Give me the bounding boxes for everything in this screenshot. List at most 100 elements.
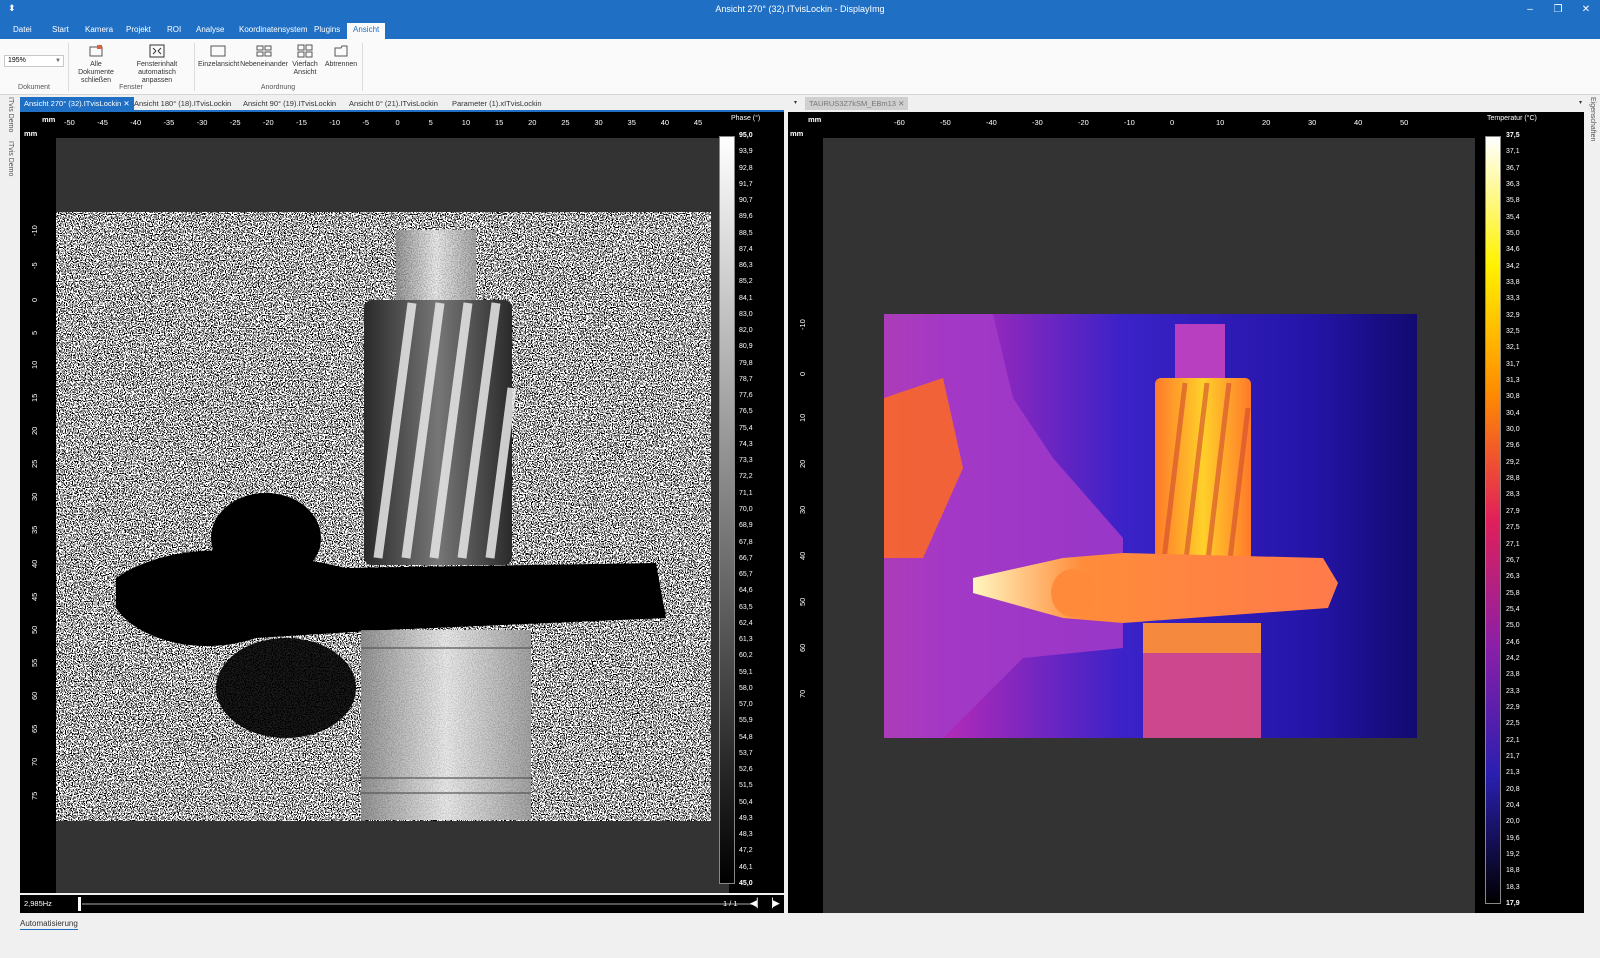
close-icon[interactable]: ✕ — [123, 99, 129, 108]
colorbar-tick-label: 19,2 — [1506, 850, 1520, 858]
x-ruler-tick: -30 — [1032, 118, 1043, 127]
y-ruler-tick: 15 — [30, 393, 39, 402]
tab-koordinatensystem[interactable]: Koordinatensystem — [233, 23, 313, 39]
colorbar-tick-label: 80,9 — [739, 343, 753, 351]
thermal-image-view[interactable]: mm mm -60 -50 -40 -30 -20 -10 0 10 20 30 40 50 -10 0… — [788, 112, 1584, 913]
y-ruler-tick: 60 — [798, 643, 807, 652]
image-canvas[interactable] — [823, 138, 1475, 913]
doc-tab-parameter[interactable]: Parameter (1).xITvisLockin — [448, 97, 546, 110]
window-title: Ansicht 270° (32).ITvisLockin - DisplayI… — [715, 4, 885, 14]
upper-shaft — [1175, 324, 1225, 384]
tab-projekt[interactable]: Projekt — [120, 23, 157, 39]
thermal-image[interactable] — [823, 138, 1475, 913]
dock-item-itvis-demo-2[interactable]: ITvis Demo — [7, 141, 14, 176]
colorbar-tick-label: 89,6 — [739, 213, 753, 221]
detach-button[interactable]: Abtrennen — [323, 44, 359, 69]
x-ruler-tick: -50 — [940, 118, 951, 127]
colorbar-tick-label: 22,1 — [1506, 736, 1520, 744]
minimize-button[interactable]: – — [1519, 2, 1541, 18]
restore-button[interactable]: ❐ — [1547, 2, 1569, 18]
y-ruler-tick: 55 — [30, 658, 39, 667]
y-ruler-tick: -5 — [30, 262, 39, 270]
colorbar-tick-label: 61,3 — [739, 636, 753, 644]
doc-tab-270[interactable]: Ansicht 270° (32).ITvisLockin ✕ — [20, 97, 134, 110]
x-ruler-tick: 30 — [594, 118, 603, 127]
tab-overflow-icon[interactable]: ▾ — [790, 97, 801, 110]
colorbar-title: Phase (°) — [731, 115, 761, 122]
doc-tab-180[interactable]: Ansicht 180° (18).ITvisLockin — [130, 97, 235, 110]
dock-item-properties[interactable]: Eigenschaften — [1589, 97, 1596, 141]
tab-analyse[interactable]: Analyse — [190, 23, 230, 39]
zoom-select[interactable]: 195% ▼ — [4, 55, 64, 67]
phase-colorbar-gradient — [720, 137, 734, 883]
doc-tab-taurus[interactable]: TAURUS3Z7kSM_EBm13 ✕ — [805, 97, 909, 110]
colorbar-tick-label: 34,2 — [1506, 262, 1520, 270]
side-by-side-button[interactable]: Nebeneinander — [240, 44, 288, 69]
fit-window-icon — [149, 44, 165, 58]
x-ruler-tick: -20 — [1078, 118, 1089, 127]
title-bar: ⬍ Ansicht 270° (32).ITvisLockin - Displa… — [0, 0, 1600, 20]
tab-ansicht[interactable]: Ansicht — [347, 23, 386, 39]
colorbar-tick-label: 93,9 — [739, 148, 753, 156]
colorbar-tick-label: 33,8 — [1506, 279, 1520, 287]
doc-tab-0[interactable]: Ansicht 0° (21).ITvisLockin — [345, 97, 442, 110]
phase-image[interactable] — [56, 138, 729, 893]
y-ruler-tick: 0 — [798, 371, 807, 376]
close-icon[interactable]: ✕ — [898, 99, 904, 108]
colorbar-tick-label: 27,5 — [1506, 524, 1520, 532]
close-all-label: Alle Dokumente schließen — [78, 61, 114, 84]
detach-icon — [334, 45, 348, 57]
ribbon-panel: 195% ▼ Dokument Alle Dokumente schließen… — [0, 39, 1600, 95]
tab-roi[interactable]: ROI — [161, 23, 187, 39]
left-document-tabs: Ansicht 270° (32).ITvisLockin ✕ Ansicht … — [20, 97, 800, 110]
x-ruler-tick: -10 — [1124, 118, 1135, 127]
frame-slider-handle[interactable] — [78, 897, 81, 911]
colorbar-tick-label: 22,9 — [1506, 703, 1520, 711]
colorbar-tick-label: 18,8 — [1506, 867, 1520, 875]
single-view-button[interactable]: Einzelansicht — [198, 44, 239, 69]
single-view-icon — [210, 45, 226, 57]
quad-view-button[interactable]: Vierfach Ansicht — [290, 44, 320, 77]
colorbar-tick-label: 67,8 — [739, 538, 753, 546]
colorbar-tick-label: 75,4 — [739, 424, 753, 432]
colorbar-tick-label: 35,8 — [1506, 197, 1520, 205]
x-ruler-tick: -40 — [986, 118, 997, 127]
close-all-documents-button[interactable]: Alle Dokumente schließen — [72, 44, 120, 85]
tab-kamera[interactable]: Kamera — [79, 23, 119, 39]
dock-item-itvis-demo-1[interactable]: ITvis Demo — [7, 97, 14, 132]
colorbar-tick-label: 23,3 — [1506, 687, 1520, 695]
arm-joint — [1051, 569, 1095, 617]
x-ruler-tick: 5 — [428, 118, 433, 127]
close-window-button[interactable]: ✕ — [1575, 2, 1597, 18]
frame-slider-track[interactable] — [82, 903, 752, 905]
colorbar-tick-label: 76,5 — [739, 408, 753, 416]
tab-datei[interactable]: Datei — [7, 23, 38, 39]
colorbar-tick-label: 24,6 — [1506, 638, 1520, 646]
black-blob — [211, 493, 321, 583]
x-ruler-tick: 45 — [693, 118, 703, 127]
previous-frame-icon[interactable]: ◀▏ — [750, 898, 764, 909]
fit-window-button[interactable]: Fensterinhalt automatisch anpassen — [124, 44, 190, 85]
x-ruler-tick: -25 — [229, 118, 241, 127]
colorbar-tick-label: 87,4 — [739, 245, 753, 253]
colorbar-tick-label: 92,8 — [739, 164, 753, 172]
x-ruler-tick: -30 — [196, 118, 208, 127]
colorbar-tick-label: 21,3 — [1506, 769, 1520, 777]
x-ruler-tick: -40 — [130, 118, 142, 127]
tab-automatisierung[interactable]: Automatisierung — [20, 919, 78, 930]
phase-image-view[interactable]: mm mm -50 -45 -40 -35 -30 -25 -20 -15 -10 -5 0 5 10 1… — [20, 112, 784, 893]
y-ruler-tick: 20 — [30, 426, 39, 435]
tab-overflow-icon[interactable]: ▾ — [1575, 97, 1586, 110]
next-frame-icon[interactable]: ▕▶ — [766, 898, 780, 909]
y-ruler-tick: 50 — [798, 597, 807, 606]
tab-start[interactable]: Start — [46, 23, 75, 39]
image-canvas[interactable] — [56, 138, 729, 893]
chevron-down-icon: ▼ — [55, 58, 61, 64]
y-ruler-tick: 35 — [30, 526, 39, 535]
x-ruler-tick: 15 — [494, 118, 504, 127]
colorbar-tick-label: 62,4 — [739, 619, 753, 627]
colorbar-tick-label: 32,9 — [1506, 311, 1520, 319]
tab-plugins[interactable]: Plugins — [308, 23, 346, 39]
doc-tab-90[interactable]: Ansicht 90° (19).ITvisLockin — [239, 97, 340, 110]
colorbar-tick-label: 68,9 — [739, 522, 753, 530]
